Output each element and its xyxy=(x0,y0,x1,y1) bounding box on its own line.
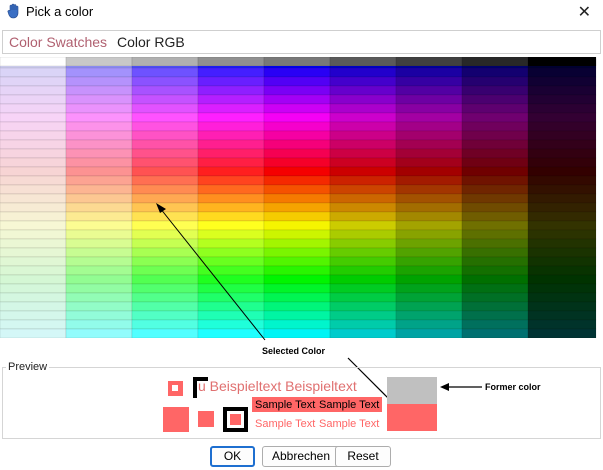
preview-swatch-framed xyxy=(223,407,248,432)
preview-sample-text-2: Sample Text xyxy=(319,399,380,411)
former-color-swatch xyxy=(387,377,437,404)
preview-swatch-small-outlined xyxy=(168,381,183,396)
preview-swatch-medium xyxy=(198,411,214,427)
selected-arrowhead-icon xyxy=(156,203,166,213)
preview-sample-text-1: Sample Text xyxy=(255,399,316,411)
preview-sample-text-3: Sample Text xyxy=(255,418,316,430)
preview-label: Preview xyxy=(6,361,50,373)
cancel-button[interactable]: Abbrechen xyxy=(262,446,340,467)
selected-color-callout: Selected Color xyxy=(262,346,326,356)
preview-sample-text-4: Sample Text xyxy=(319,418,380,430)
selected-color-arrow xyxy=(159,207,266,341)
reset-button[interactable]: Reset xyxy=(335,446,391,467)
ok-button[interactable]: OK xyxy=(210,446,255,467)
selected-color-swatch xyxy=(387,404,437,431)
preview-swatch-large xyxy=(163,407,189,432)
preview-big-text: u Beispieltext Beispieltext xyxy=(198,378,357,394)
